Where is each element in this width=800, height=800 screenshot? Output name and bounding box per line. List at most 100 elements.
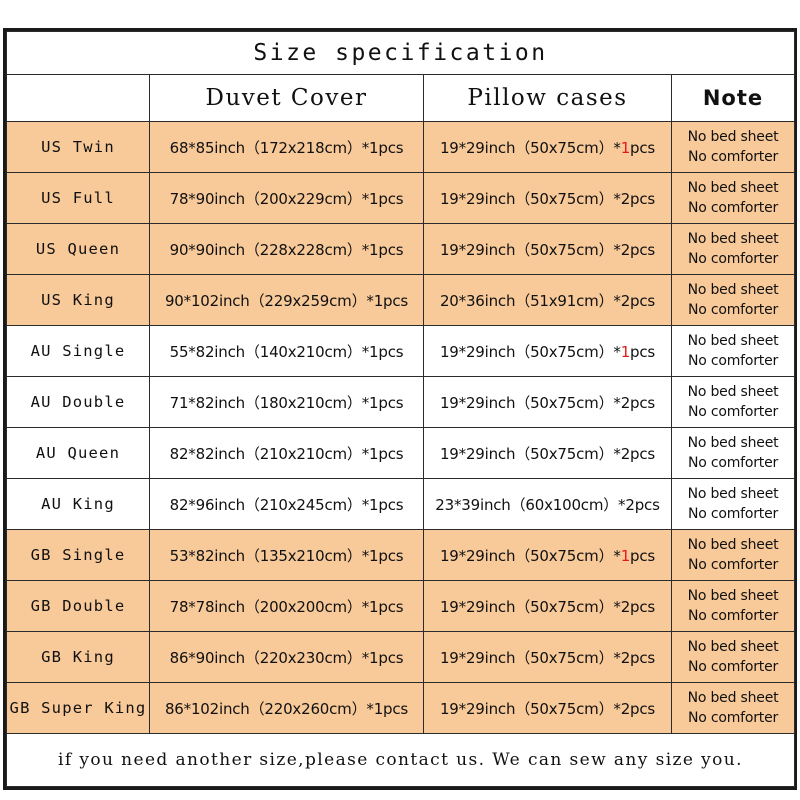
pillow-quantity-unit: pcs [630,393,656,412]
note-line-no-comforter: No comforter [687,200,779,216]
size-specification-table: Size specification Duvet Cover Pillow ca… [3,28,797,790]
pillow-quantity: 2 [620,699,631,718]
footer-row: if you need another size,please contact … [6,733,795,787]
pillow-measurement: 19*29inch（50x75cm）* [439,597,621,616]
cell-size-name: US Full [6,172,150,224]
pillow-quantity-unit: pcs [630,240,656,259]
cell-duvet-cover: 90*90inch（228x228cm）*1pcs [149,223,424,275]
cell-duvet-cover: 53*82inch（135x210cm）*1pcs [149,529,424,581]
pillow-measurement: 19*29inch（50x75cm）* [439,699,621,718]
column-header-pillow-cases: Pillow cases [423,74,672,122]
pillow-quantity-unit: pcs [630,648,656,667]
cell-note: No bed sheet No comforter [671,274,795,326]
pillow-measurement: 23*39inch（60x100cm）* [435,495,626,514]
pillow-measurement: 19*29inch（50x75cm）* [439,138,621,157]
note-line-no-bed-sheet: No bed sheet [687,689,779,706]
cell-size-name: GB Double [6,580,150,632]
note-line-no-comforter: No comforter [687,149,779,165]
cell-note: No bed sheet No comforter [671,427,795,479]
cell-duvet-cover: 68*85inch（172x218cm）*1pcs [149,121,424,173]
pillow-measurement: 19*29inch（50x75cm）* [439,393,621,412]
cell-size-name: GB King [6,631,150,683]
cell-note: No bed sheet No comforter [671,376,795,428]
title-row: Size specification [6,31,795,75]
pillow-quantity: 1 [620,342,631,361]
pillow-quantity-unit: pcs [630,546,656,565]
cell-note: No bed sheet No comforter [671,682,795,734]
pillow-quantity: 1 [620,138,631,157]
cell-note: No bed sheet No comforter [671,529,795,581]
table-row: US King 90*102inch（229x259cm）*1pcs 20*36in… [6,274,795,326]
pillow-measurement: 19*29inch（50x75cm）* [439,444,621,463]
note-line-no-bed-sheet: No bed sheet [687,536,779,553]
cell-size-name: US Queen [6,223,150,275]
cell-pillow-cases: 19*29inch（50x75cm）*2pcs [423,580,672,632]
cell-size-name: GB Single [6,529,150,581]
cell-note: No bed sheet No comforter [671,631,795,683]
cell-duvet-cover: 55*82inch（140x210cm）*1pcs [149,325,424,377]
pillow-quantity-unit: pcs [630,699,656,718]
note-line-no-comforter: No comforter [687,506,779,522]
cell-pillow-cases: 19*29inch（50x75cm）*1pcs [423,529,672,581]
cell-size-name: AU Single [6,325,150,377]
pillow-measurement: 19*29inch（50x75cm）* [439,189,621,208]
column-header-note: Note [671,74,795,122]
pillow-quantity: 2 [620,444,631,463]
cell-pillow-cases: 19*29inch（50x75cm）*2pcs [423,682,672,734]
cell-size-name: AU Queen [6,427,150,479]
note-line-no-bed-sheet: No bed sheet [687,281,779,298]
note-line-no-comforter: No comforter [687,404,779,420]
table-body: Size specification Duvet Cover Pillow ca… [6,31,795,787]
table-row: GB Double 78*78inch（200x200cm）*1pcs 19*29i… [6,580,795,632]
table-row: AU Single 55*82inch（140x210cm）*1pcs 19*29i… [6,325,795,377]
cell-pillow-cases: 19*29inch（50x75cm）*1pcs [423,121,672,173]
pillow-measurement: 19*29inch（50x75cm）* [439,648,621,667]
note-line-no-comforter: No comforter [687,557,779,573]
pillow-quantity-unit: pcs [630,342,656,361]
note-line-no-bed-sheet: No bed sheet [687,179,779,196]
cell-pillow-cases: 19*29inch（50x75cm）*2pcs [423,631,672,683]
pillow-quantity-unit: pcs [634,495,660,514]
cell-size-name: GB Super King [6,682,150,734]
cell-note: No bed sheet No comforter [671,325,795,377]
cell-duvet-cover: 71*82inch（180x210cm）*1pcs [149,376,424,428]
table-row: GB Super King 86*102inch（220x260cm）*1pcs 1… [6,682,795,734]
pillow-quantity-unit: pcs [630,291,656,310]
cell-duvet-cover: 78*90inch（200x229cm）*1pcs [149,172,424,224]
cell-note: No bed sheet No comforter [671,478,795,530]
pillow-measurement: 20*36inch（51x91cm）* [439,291,621,310]
pillow-quantity: 2 [620,291,631,310]
cell-duvet-cover: 86*102inch（220x260cm）*1pcs [149,682,424,734]
pillow-quantity: 2 [620,393,631,412]
cell-size-name: US Twin [6,121,150,173]
cell-note: No bed sheet No comforter [671,223,795,275]
cell-pillow-cases: 19*29inch（50x75cm）*2pcs [423,172,672,224]
cell-duvet-cover: 90*102inch（229x259cm）*1pcs [149,274,424,326]
cell-pillow-cases: 19*29inch（50x75cm）*2pcs [423,376,672,428]
table-row: US Queen 90*90inch（228x228cm）*1pcs 19*29in… [6,223,795,275]
cell-pillow-cases: 19*29inch（50x75cm）*2pcs [423,223,672,275]
table-row: US Full 78*90inch（200x229cm）*1pcs 19*29inc… [6,172,795,224]
page-title: Size specification [6,31,795,75]
pillow-quantity-unit: pcs [630,138,656,157]
column-header-duvet-cover: Duvet Cover [149,74,424,122]
pillow-quantity-unit: pcs [630,597,656,616]
cell-pillow-cases: 20*36inch（51x91cm）*2pcs [423,274,672,326]
cell-pillow-cases: 19*29inch（50x75cm）*2pcs [423,427,672,479]
note-line-no-bed-sheet: No bed sheet [687,587,779,604]
pillow-quantity: 2 [625,495,635,514]
cell-duvet-cover: 82*82inch（210x210cm）*1pcs [149,427,424,479]
cell-duvet-cover: 82*96inch（210x245cm）*1pcs [149,478,424,530]
cell-size-name: AU King [6,478,150,530]
pillow-quantity: 2 [620,648,631,667]
cell-pillow-cases: 23*39inch（60x100cm）*2pcs [423,478,672,530]
note-line-no-bed-sheet: No bed sheet [687,485,779,502]
table-row: AU King 82*96inch（210x245cm）*1pcs 23*39inc… [6,478,795,530]
header-row: Duvet Cover Pillow cases Note [6,74,795,122]
note-line-no-comforter: No comforter [687,353,779,369]
note-line-no-comforter: No comforter [687,608,779,624]
cell-note: No bed sheet No comforter [671,580,795,632]
note-line-no-bed-sheet: No bed sheet [687,230,779,247]
cell-duvet-cover: 86*90inch（220x230cm）*1pcs [149,631,424,683]
pillow-quantity: 1 [620,546,631,565]
